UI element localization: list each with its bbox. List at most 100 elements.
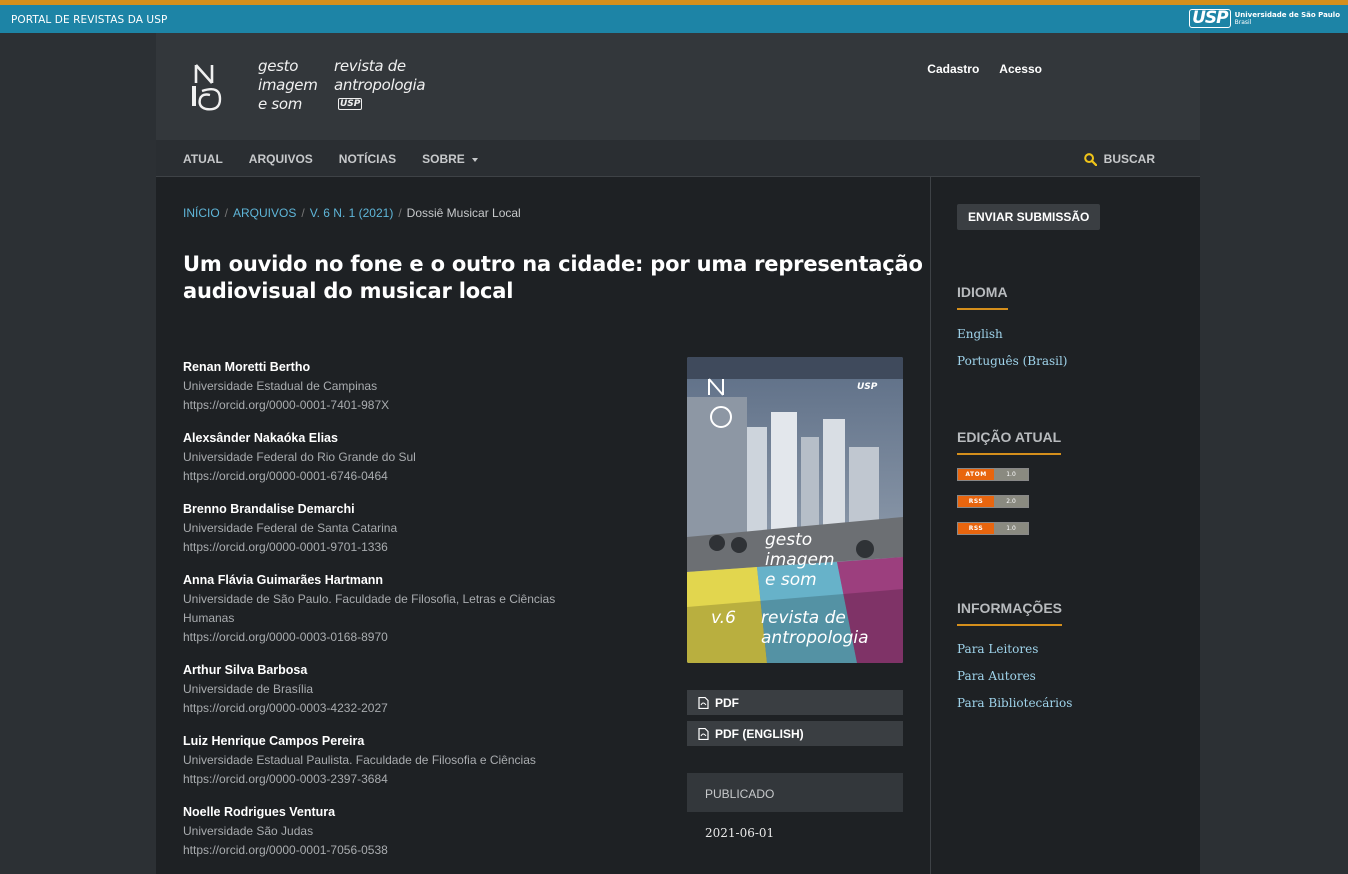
author-name: Alexsânder Nakaóka Elias: [183, 431, 338, 445]
author-entry: Arthur Silva Barbosa Universidade de Bra…: [183, 661, 603, 718]
main-content: INÍCIO / ARQUIVOS / V. 6 N. 1 (2021) / Dossiê …: [183, 177, 928, 874]
search-label: BUSCAR: [1103, 152, 1155, 166]
feed-version: 1.0: [994, 523, 1028, 534]
author-orcid[interactable]: https://orcid.org/0000-0001-6746-0464: [183, 467, 603, 486]
author-orcid[interactable]: https://orcid.org/0000-0003-2397-3684: [183, 770, 603, 789]
breadcrumb-home[interactable]: INÍCIO: [183, 206, 220, 220]
usp-portal-bar: PORTAL DE REVISTAS DA USP USP Universida…: [0, 5, 1348, 33]
file-pdf-icon: [698, 727, 709, 740]
search-button[interactable]: BUSCAR: [1083, 152, 1155, 166]
rss1-feed-badge[interactable]: RSS 1.0: [957, 522, 1029, 535]
nav-item-sobre[interactable]: SOBRE: [422, 152, 478, 166]
author-affiliation: Universidade Federal de Santa Catarina: [183, 521, 398, 535]
journal-logo-glyph: [192, 64, 222, 111]
nav-item-arquivos[interactable]: ARQUIVOS: [249, 152, 313, 166]
author-affiliation: Universidade Federal do Rio Grande do Su…: [183, 450, 416, 464]
author-name: Brenno Brandalise Demarchi: [183, 502, 355, 516]
author-orcid[interactable]: https://orcid.org/0000-0001-7401-987X: [183, 396, 603, 415]
info-librarians-link[interactable]: Para Bibliotecários: [957, 696, 1072, 710]
author-name: Arthur Silva Barbosa: [183, 663, 308, 677]
feed-type: RSS: [958, 496, 994, 507]
breadcrumb-separator: /: [398, 206, 402, 220]
feed-type: RSS: [958, 523, 994, 534]
author-name: Renan Moretti Bertho: [183, 360, 311, 374]
feed-type: ATOM: [958, 469, 994, 480]
author-orcid[interactable]: https://orcid.org/0000-0001-7056-0538: [183, 841, 603, 860]
author-orcid[interactable]: https://orcid.org/0000-0003-0168-8970: [183, 628, 603, 647]
site-header: gesto imagem e som revista de antropolog…: [156, 33, 1200, 140]
logo-text-right: revista de antropologia: [334, 57, 426, 95]
usp-name: Universidade de São Paulo: [1234, 10, 1340, 19]
file-pdf-icon: [698, 696, 709, 709]
logo-word: e som: [258, 95, 303, 113]
cover-title-line: e som: [765, 570, 817, 590]
language-portuguese-link[interactable]: Português (Brasil): [957, 354, 1068, 368]
register-link[interactable]: Cadastro: [927, 62, 979, 76]
nav-item-noticias[interactable]: NOTÍCIAS: [339, 152, 396, 166]
author-orcid[interactable]: https://orcid.org/0000-0001-9701-1336: [183, 538, 603, 557]
author-name: Anna Flávia Guimarães Hartmann: [183, 573, 384, 587]
usp-country: Brasil: [1234, 18, 1252, 26]
pdf-download-label: PDF: [715, 695, 739, 710]
language-english-link[interactable]: English: [957, 327, 1003, 341]
page-container: gesto imagem e som revista de antropolog…: [156, 33, 1200, 874]
nav-item-atual[interactable]: ATUAL: [183, 152, 223, 166]
feed-version: 1.0: [994, 469, 1028, 480]
logo-word: imagem: [258, 76, 318, 94]
author-affiliation: Universidade de São Paulo. Faculdade de …: [183, 592, 556, 625]
submit-button[interactable]: ENVIAR SUBMISSÃO: [957, 204, 1101, 230]
info-readers-link[interactable]: Para Leitores: [957, 642, 1038, 656]
published-label: PUBLICADO: [687, 773, 903, 812]
usp-logo-mark: USP: [1189, 9, 1231, 28]
logo-text-left: gesto imagem e som: [258, 57, 318, 114]
author-entry: Brenno Brandalise Demarchi Universidade …: [183, 500, 603, 557]
breadcrumb-archives[interactable]: ARQUIVOS: [233, 206, 296, 220]
column-divider: [930, 177, 931, 874]
author-entry: Luiz Henrique Campos Pereira Universidad…: [183, 732, 603, 789]
published-date: 2021-06-01: [705, 826, 775, 840]
nav-item-sobre-label: SOBRE: [422, 152, 465, 166]
author-list: Renan Moretti Bertho Universidade Estadu…: [183, 358, 603, 874]
issue-cover-image[interactable]: USP gesto imagem e som v.6 revista de an…: [687, 357, 903, 663]
breadcrumb-issue[interactable]: V. 6 N. 1 (2021): [310, 206, 394, 220]
logo-word: gesto: [258, 57, 299, 75]
atom-feed-badge[interactable]: ATOM 1.0: [957, 468, 1029, 481]
info-authors-link[interactable]: Para Autores: [957, 669, 1036, 683]
usp-logo[interactable]: USP Universidade de São Paulo Brasil: [1189, 9, 1340, 28]
cover-title-line: imagem: [765, 550, 835, 570]
author-entry: Renan Moretti Bertho Universidade Estadu…: [183, 358, 603, 415]
breadcrumb: INÍCIO / ARQUIVOS / V. 6 N. 1 (2021) / Dossiê …: [183, 206, 521, 220]
pdf-download-button[interactable]: PDF: [687, 690, 903, 715]
svg-text:USP: USP: [857, 382, 878, 392]
journal-logo[interactable]: gesto imagem e som revista de antropolog…: [186, 57, 436, 117]
cover-volume: v.6: [711, 608, 736, 628]
pdf-english-download-button[interactable]: PDF (ENGLISH): [687, 721, 903, 746]
cover-subtitle-line: revista de: [761, 608, 846, 628]
login-link[interactable]: Acesso: [999, 62, 1042, 76]
logo-word: antropologia: [334, 76, 426, 94]
cover-title-line: gesto: [765, 530, 812, 550]
primary-nav: ATUAL ARQUIVOS NOTÍCIAS SOBRE BUSCAR: [156, 140, 1200, 177]
chevron-down-icon: [471, 157, 478, 162]
cover-illustration: USP gesto imagem e som v.6 revista de an…: [687, 357, 903, 663]
rss2-feed-badge[interactable]: RSS 2.0: [957, 495, 1029, 508]
article-title: Um ouvido no fone e o outro na cidade: p…: [183, 252, 923, 303]
published-block: PUBLICADO 2021-06-01: [687, 773, 903, 855]
logo-word: revista de: [334, 57, 406, 75]
author-entry: Anna Flávia Guimarães Hartmann Universid…: [183, 571, 603, 647]
author-name: Noelle Rodrigues Ventura: [183, 805, 336, 819]
usp-logo-text: Universidade de São Paulo Brasil: [1235, 11, 1340, 27]
language-block-title: IDIOMA: [957, 284, 1008, 310]
author-affiliation: Universidade de Brasília: [183, 682, 314, 696]
breadcrumb-current: Dossiê Musicar Local: [406, 206, 521, 220]
user-links: Cadastro Acesso: [927, 62, 1042, 76]
author-name: Luiz Henrique Campos Pereira: [183, 734, 365, 748]
author-entry: Noelle Rodrigues Ventura Universidade Sã…: [183, 803, 603, 860]
author-affiliation: Universidade Estadual Paulista. Faculdad…: [183, 753, 536, 767]
author-affiliation: Universidade Estadual de Campinas: [183, 379, 378, 393]
portal-link[interactable]: PORTAL DE REVISTAS DA USP: [11, 14, 167, 26]
feed-version: 2.0: [994, 496, 1028, 507]
breadcrumb-separator: /: [224, 206, 229, 220]
author-affiliation: Universidade São Judas: [183, 824, 314, 838]
author-orcid[interactable]: https://orcid.org/0000-0003-4232-2027: [183, 699, 603, 718]
